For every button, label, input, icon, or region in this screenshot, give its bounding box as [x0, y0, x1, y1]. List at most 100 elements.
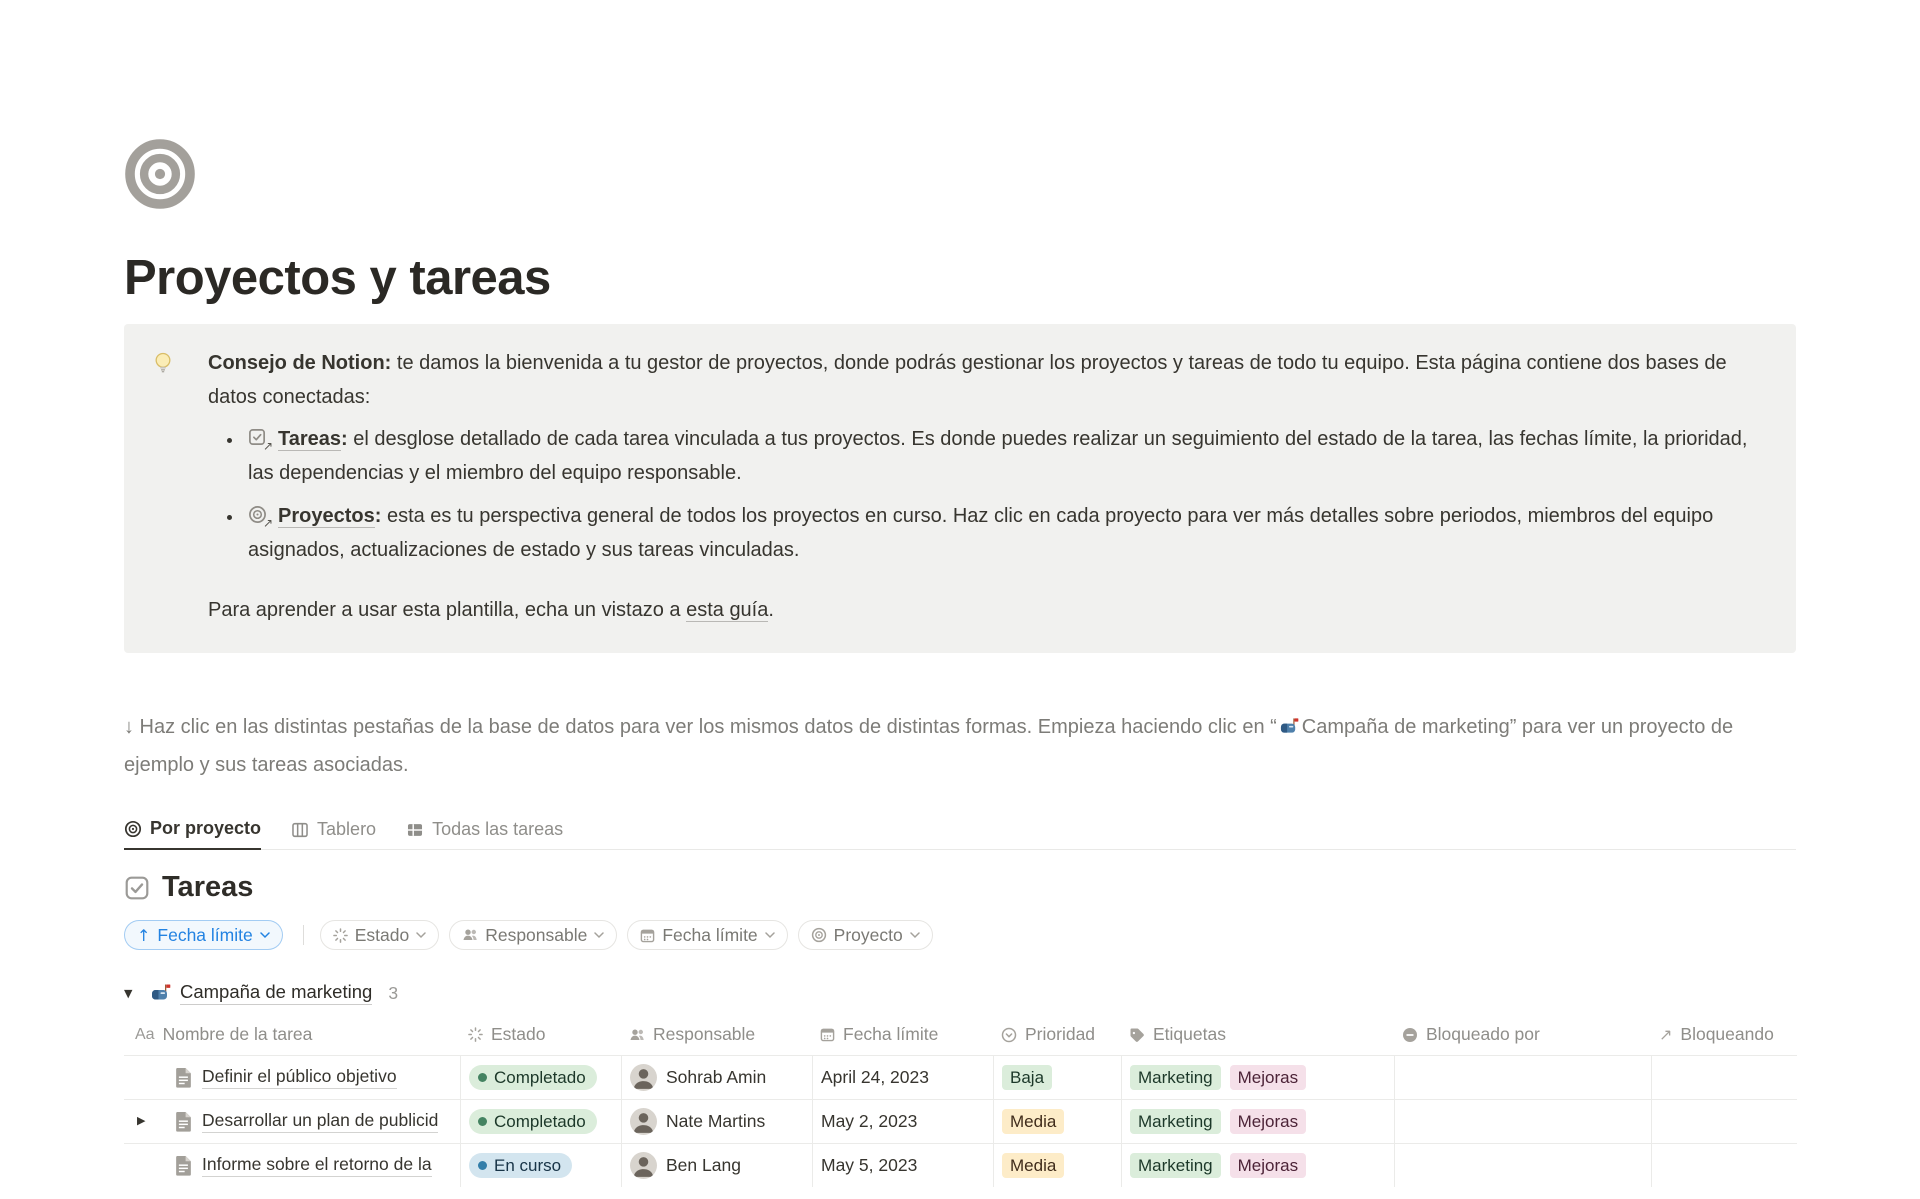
status-label: En curso [494, 1156, 561, 1176]
column-label: Fecha límite [843, 1024, 938, 1045]
filter-pill-fecha-limite[interactable]: Fecha límite [627, 920, 787, 950]
filter-label: Responsable [485, 925, 587, 946]
task-name-cell[interactable]: Informe sobre el retorno de la [124, 1144, 460, 1187]
status-pill[interactable]: Completado [469, 1065, 597, 1090]
page-title: Proyectos y tareas [124, 248, 1796, 308]
column-header-estado[interactable]: Estado [460, 1024, 621, 1055]
blocking-cell[interactable] [1651, 1056, 1797, 1099]
chevron-down-icon [594, 932, 604, 939]
task-title-link[interactable]: Informe sobre el retorno de la [202, 1154, 432, 1177]
priority-cell[interactable]: Baja [993, 1056, 1121, 1099]
sort-pill-fecha-limite[interactable]: ↑ Fecha límite [124, 920, 283, 950]
tag-mejoras[interactable]: Mejoras [1230, 1109, 1306, 1134]
column-header-bloqueado-por[interactable]: Bloqueado por [1394, 1024, 1651, 1055]
due-date: May 5, 2023 [821, 1155, 917, 1176]
column-header-nombre[interactable]: AaNombre de la tarea [124, 1024, 460, 1055]
calendar-icon [820, 1027, 835, 1042]
column-label: Bloqueando [1680, 1024, 1773, 1045]
callout-bullet-proyectos: ↗ Proyectos: esta es tu perspectiva gene… [244, 499, 1768, 567]
view-tabs: Por proyecto Tablero Todas las tareas [124, 814, 1796, 850]
blocking-cell[interactable] [1651, 1144, 1797, 1187]
tasks-db-link[interactable]: Tareas [278, 428, 341, 451]
due-date: April 24, 2023 [821, 1067, 929, 1088]
guide-link[interactable]: esta guía [686, 599, 768, 622]
guide-text-post: . [768, 599, 774, 621]
task-title-link[interactable]: Definir el público objetivo [202, 1066, 397, 1089]
mailbox-icon [1279, 719, 1300, 741]
page-content: Proyectos y tareas Consejo de Notion: te… [0, 138, 1920, 1199]
filter-pill-proyecto[interactable]: Proyecto [798, 920, 933, 950]
status-spinner-icon [468, 1027, 483, 1042]
tag-mejoras[interactable]: Mejoras [1230, 1153, 1306, 1178]
tab-por-proyecto[interactable]: Por proyecto [124, 818, 261, 850]
tag-icon [1129, 1027, 1145, 1043]
status-cell[interactable]: Completado [460, 1056, 621, 1099]
column-header-responsable[interactable]: Responsable [621, 1024, 812, 1055]
notion-tip-callout: Consejo de Notion: te damos la bienvenid… [124, 324, 1796, 653]
due-date-cell[interactable]: May 2, 2023 [812, 1100, 993, 1143]
target-icon [124, 820, 142, 838]
tab-tablero[interactable]: Tablero [291, 819, 376, 849]
page-target-icon[interactable] [124, 138, 196, 210]
due-date-cell[interactable]: May 5, 2023 [812, 1144, 993, 1187]
tab-todas-las-tareas[interactable]: Todas las tareas [406, 819, 563, 849]
assignee-name: Nate Martins [666, 1111, 765, 1132]
blocking-arrow-icon: ↗ [1659, 1025, 1672, 1044]
task-title-link[interactable]: Desarrollar un plan de publicid [202, 1110, 438, 1133]
expand-triangle-icon[interactable]: ▶ [137, 1114, 145, 1127]
assignee-cell[interactable]: Ben Lang [621, 1144, 812, 1187]
blocking-cell[interactable] [1651, 1100, 1797, 1143]
page-icon [174, 1155, 194, 1176]
blocked-by-cell[interactable] [1394, 1100, 1651, 1143]
lightbulb-icon [150, 346, 180, 627]
tag-marketing[interactable]: Marketing [1130, 1153, 1221, 1178]
due-date-cell[interactable]: April 24, 2023 [812, 1056, 993, 1099]
callout-guide-line: Para aprender a usar esta plantilla, ech… [208, 593, 1768, 627]
hint-paragraph: ↓ Haz clic en las distintas pestañas de … [124, 710, 1784, 783]
sort-ascending-icon: ↑ [137, 926, 150, 945]
group-name: Campaña de marketing [150, 981, 372, 1005]
assignee-cell[interactable]: Sohrab Amin [621, 1056, 812, 1099]
filter-pill-responsable[interactable]: Responsable [449, 920, 617, 950]
tag-marketing[interactable]: Marketing [1130, 1109, 1221, 1134]
projects-db-link[interactable]: Proyectos [278, 505, 375, 528]
priority-cell[interactable]: Media [993, 1100, 1121, 1143]
status-spinner-icon [333, 928, 348, 943]
priority-tag[interactable]: Baja [1002, 1065, 1052, 1090]
text-property-icon: Aa [135, 1026, 155, 1044]
tags-cell[interactable]: Marketing Mejoras [1121, 1056, 1394, 1099]
priority-tag[interactable]: Media [1002, 1153, 1064, 1178]
bullet-colon: : [341, 428, 348, 450]
tags-cell[interactable]: Marketing Mejoras [1121, 1100, 1394, 1143]
filter-pill-estado[interactable]: Estado [320, 920, 439, 950]
status-cell[interactable]: Completado [460, 1100, 621, 1143]
blocked-by-cell[interactable] [1394, 1144, 1651, 1187]
bullet-proyectos-text: esta es tu perspectiva general de todos … [248, 505, 1713, 561]
task-name-cell[interactable]: ▶ Desarrollar un plan de publicid [124, 1100, 460, 1143]
table-row: Definir el público objetivo Completado S… [124, 1055, 1797, 1099]
assignee-cell[interactable]: Nate Martins [621, 1100, 812, 1143]
link-arrow-icon: ↗ [263, 440, 273, 452]
tag-marketing[interactable]: Marketing [1130, 1065, 1221, 1090]
status-pill[interactable]: Completado [469, 1109, 597, 1134]
tag-mejoras[interactable]: Mejoras [1230, 1065, 1306, 1090]
priority-cell[interactable]: Media [993, 1144, 1121, 1187]
tasks-section-title: Tareas [162, 871, 253, 904]
target-icon [124, 138, 196, 210]
task-name-cell[interactable]: Definir el público objetivo [124, 1056, 460, 1099]
group-project-link[interactable]: Campaña de marketing [180, 981, 372, 1005]
filter-label: Fecha límite [662, 925, 757, 946]
column-header-etiquetas[interactable]: Etiquetas [1121, 1024, 1394, 1055]
status-pill[interactable]: En curso [469, 1153, 572, 1178]
priority-tag[interactable]: Media [1002, 1109, 1064, 1134]
group-header-campana-marketing: ▼ Campaña de marketing 3 [124, 978, 1796, 1008]
callout-bullet-tareas: ↗ Tareas: el desglose detallado de cada … [244, 422, 1768, 490]
column-header-fecha-limite[interactable]: Fecha límite [812, 1024, 993, 1055]
status-cell[interactable]: En curso [460, 1144, 621, 1187]
filter-label: Proyecto [834, 925, 903, 946]
column-header-bloqueando[interactable]: ↗ Bloqueando [1651, 1024, 1797, 1055]
collapse-triangle-icon[interactable]: ▼ [124, 987, 150, 1000]
tags-cell[interactable]: Marketing Mejoras [1121, 1144, 1394, 1187]
column-header-prioridad[interactable]: Prioridad [993, 1024, 1121, 1055]
blocked-by-cell[interactable] [1394, 1056, 1651, 1099]
